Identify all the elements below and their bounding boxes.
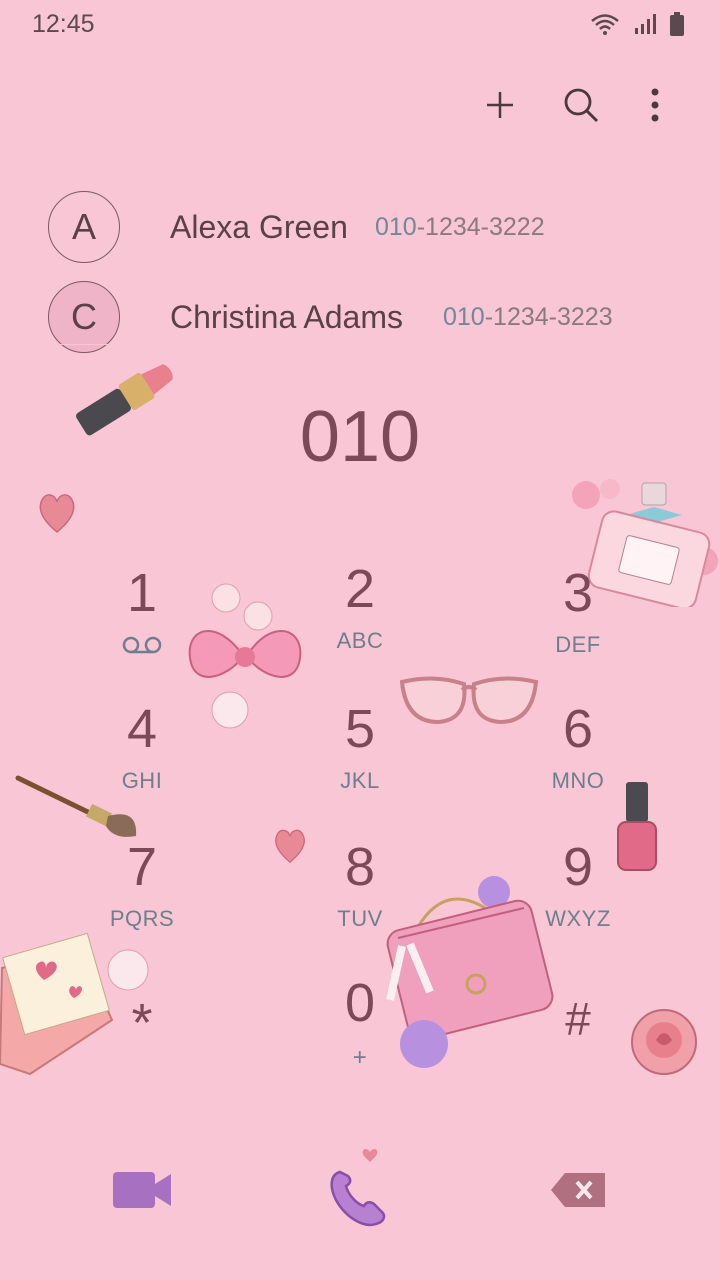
key-9[interactable]: 9 WXYZ bbox=[478, 840, 678, 960]
phone-icon bbox=[330, 1149, 386, 1227]
key-hash[interactable]: # bbox=[478, 996, 678, 1116]
voicemail-icon bbox=[42, 636, 242, 659]
contact-number: 010-1234-3223 bbox=[443, 302, 613, 331]
key-digit: # bbox=[565, 993, 591, 1045]
key-letters: JKL bbox=[340, 768, 380, 793]
key-5[interactable]: 5 JKL bbox=[260, 702, 460, 822]
add-contact-button[interactable] bbox=[473, 78, 527, 132]
dialed-number: 010 bbox=[299, 397, 421, 477]
avatar: A bbox=[48, 191, 120, 263]
search-icon bbox=[564, 88, 599, 123]
status-bar: 12:45 bbox=[0, 0, 720, 48]
contact-name: Alexa Green bbox=[170, 208, 348, 245]
key-digit: 6 bbox=[562, 699, 594, 759]
call-button[interactable] bbox=[320, 1142, 404, 1232]
contact-suggestion[interactable]: C Christina Adams 010-1234-3223 bbox=[48, 280, 668, 354]
contact-suggestion[interactable]: A Alexa Green 010-1234-3222 bbox=[48, 190, 668, 264]
key-6[interactable]: 6 MNO bbox=[478, 702, 678, 822]
key-3[interactable]: 3 DEF bbox=[478, 566, 678, 686]
key-letters: DEF bbox=[555, 632, 601, 657]
key-letters: WXYZ bbox=[545, 906, 611, 931]
key-letters: MNO bbox=[551, 768, 605, 793]
key-digit: 4 bbox=[126, 699, 158, 759]
key-letters: TUV bbox=[337, 906, 383, 931]
signal-icon bbox=[634, 13, 656, 40]
backspace-button[interactable] bbox=[538, 1150, 618, 1230]
battery-icon bbox=[670, 12, 684, 41]
divider bbox=[0, 344, 720, 345]
key-7[interactable]: 7 PQRS bbox=[42, 840, 242, 960]
plus-icon bbox=[487, 92, 513, 118]
search-button[interactable] bbox=[554, 78, 608, 132]
key-2[interactable]: 2 ABC bbox=[260, 562, 460, 682]
key-letters: PQRS bbox=[109, 906, 175, 931]
key-4[interactable]: 4 GHI bbox=[42, 702, 242, 822]
contact-number: 010-1234-3222 bbox=[375, 212, 545, 241]
wifi-icon bbox=[590, 12, 620, 41]
key-0[interactable]: 0 + bbox=[260, 976, 460, 1096]
key-digit: 1 bbox=[126, 563, 158, 623]
more-vert-icon bbox=[651, 88, 659, 122]
key-digit: 7 bbox=[126, 837, 158, 897]
key-1[interactable]: 1 bbox=[42, 566, 242, 686]
backspace-icon bbox=[551, 1173, 605, 1207]
key-star[interactable]: * bbox=[42, 996, 242, 1116]
key-digit: * bbox=[131, 993, 153, 1053]
key-digit: 5 bbox=[344, 699, 376, 759]
key-digit: 8 bbox=[344, 837, 376, 897]
key-digit: 3 bbox=[562, 563, 594, 623]
avatar: C bbox=[48, 281, 120, 353]
heart-icon bbox=[39, 494, 75, 533]
video-call-button[interactable] bbox=[102, 1150, 182, 1230]
key-digit: 0 bbox=[344, 973, 376, 1033]
status-time: 12:45 bbox=[32, 10, 95, 38]
video-camera-icon bbox=[113, 1172, 171, 1208]
key-8[interactable]: 8 TUV bbox=[260, 840, 460, 960]
key-letters: + bbox=[352, 1044, 368, 1071]
key-digit: 9 bbox=[562, 837, 594, 897]
more-options-button[interactable] bbox=[628, 78, 682, 132]
contact-name: Christina Adams bbox=[170, 298, 403, 335]
key-digit: 2 bbox=[344, 559, 376, 619]
key-letters: ABC bbox=[336, 628, 384, 653]
key-letters: GHI bbox=[121, 768, 163, 793]
